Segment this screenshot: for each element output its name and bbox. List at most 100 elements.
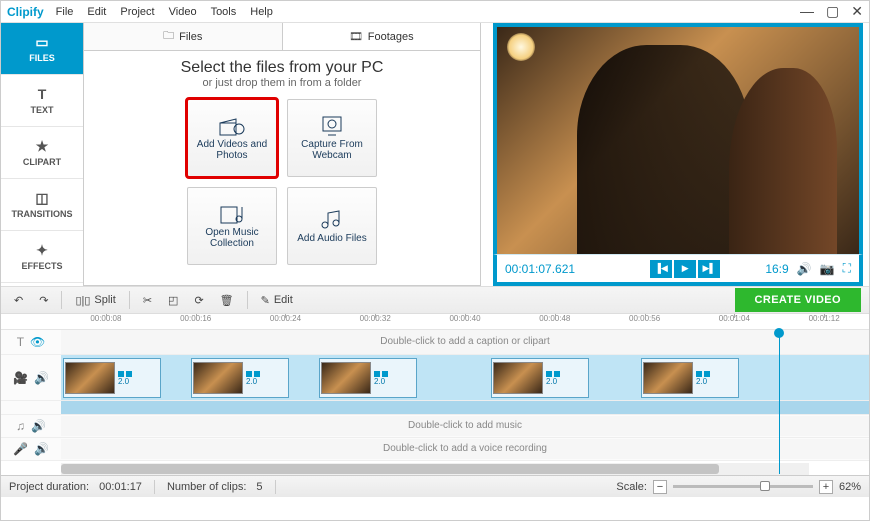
tab-files[interactable]: 🗀 Files [84,23,283,50]
close-icon[interactable]: ✕ [851,3,863,20]
rotate-icon: ⟳ [194,294,203,307]
split-button[interactable]: ▯|▯Split [70,292,120,309]
visibility-icon[interactable]: 👁 [30,335,45,349]
clip-thumb [321,362,371,394]
clapper-icon [219,115,245,137]
music-mute-icon[interactable]: 🔊 [31,419,46,433]
voice-track-body[interactable]: Double-click to add a voice recording [61,439,869,459]
prev-frame-button[interactable]: ▐◀ [650,260,672,278]
title-bar: Clipify File Edit Project Video Tools He… [1,1,869,23]
file-panel: 🗀 Files 🎞 Footages Select the files from… [83,23,481,286]
menu-file[interactable]: File [56,6,74,18]
clip-thumb [643,362,693,394]
open-music-button[interactable]: Open Music Collection [187,187,277,265]
clip-count-value: 5 [256,481,262,493]
preview-panel: 00:01:07.621 ▐◀ ▶ ▶▌ 16:9 🔊 📷 ⛶ [493,23,863,286]
rotate-button[interactable]: ⟳ [189,292,208,309]
tab-footages[interactable]: 🎞 Footages [283,23,481,50]
preview-video[interactable] [493,23,863,254]
timeline-scrollbar[interactable] [61,463,809,475]
create-video-button[interactable]: CREATE VIDEO [735,288,862,312]
undo-button[interactable]: ↶ [9,292,28,309]
clip-2[interactable]: 2.0 [191,358,289,398]
zoom-out-button[interactable]: − [653,480,667,494]
capture-webcam-button[interactable]: Capture From Webcam [287,99,377,177]
zoom-in-button[interactable]: + [819,480,833,494]
menu-tools[interactable]: Tools [211,6,237,18]
redo-icon: ↷ [39,294,48,307]
menu-help[interactable]: Help [250,6,273,18]
playhead[interactable] [779,330,780,474]
undo-icon: ↶ [14,294,23,307]
track-mute-icon[interactable]: 🔊 [34,371,49,385]
next-frame-button[interactable]: ▶▌ [698,260,720,278]
project-duration-label: Project duration: [9,481,89,493]
clip-thumb [193,362,243,394]
clip-1[interactable]: 2.0 [63,358,161,398]
voice-track: 🎤 🔊 Double-click to add a voice recording [1,438,869,461]
project-duration-value: 00:01:17 [99,481,142,493]
clip-5[interactable]: 2.0 [641,358,739,398]
scale-label: Scale: [616,481,647,493]
edit-button[interactable]: ✎Edit [256,292,298,309]
side-tab-transitions[interactable]: ◫ TRANSITIONS [1,179,83,231]
menu-video[interactable]: Video [169,6,197,18]
redo-button[interactable]: ↷ [34,292,53,309]
text-icon: T [34,86,50,102]
transition-icon: ◫ [34,190,50,206]
footage-icon: 🎞 [349,30,363,43]
voice-mute-icon[interactable]: 🔊 [34,442,49,456]
zoom-control: Scale: − + 62% [616,480,861,494]
minimize-icon[interactable]: — [800,3,814,20]
scissors-icon: ✂ [143,294,152,307]
caption-track-body[interactable]: Double-click to add a caption or clipart [61,330,869,354]
menu-project[interactable]: Project [120,6,154,18]
file-panel-title: Select the files from your PC [84,59,480,77]
add-videos-button[interactable]: Add Videos and Photos [187,99,277,177]
add-audio-button[interactable]: Add Audio Files [287,187,377,265]
split-icon: ▯|▯ [75,294,90,307]
aspect-ratio[interactable]: 16:9 [765,262,788,276]
video-track: 🎥 🔊 2.0 2.0 2.0 2.0 2.0 [1,355,869,401]
zoom-value: 62% [839,481,861,493]
music-track-icon: ♫ [16,419,25,433]
transition-track [1,401,869,415]
audio-files-icon [319,209,345,231]
side-tab-files[interactable]: ▭ FILES [1,23,83,75]
window-controls: — ▢ ✕ [800,3,863,20]
music-track-body[interactable]: Double-click to add music [61,416,869,436]
status-bar: Project duration: 00:01:17 Number of cli… [1,475,869,497]
pencil-icon: ✎ [261,294,270,307]
video-track-body[interactable]: 2.0 2.0 2.0 2.0 2.0 [61,355,869,400]
clip-4[interactable]: 2.0 [491,358,589,398]
mic-track-icon: 🎤 [13,442,28,456]
delete-button[interactable]: 🗑 [215,292,239,309]
app-logo: Clipify [7,5,44,19]
side-tab-text[interactable]: T TEXT [1,75,83,127]
side-tab-effects[interactable]: ✦ EFFECTS [1,231,83,283]
image-icon: ▭ [34,34,50,50]
snapshot-icon[interactable]: 📷 [820,262,835,276]
timeline: 00:00:08 00:00:16 00:00:24 00:00:32 00:0… [1,314,869,475]
edit-toolbar: ↶ ↷ ▯|▯Split ✂ ◰ ⟳ 🗑 ✎Edit CREATE VIDEO [1,286,869,314]
maximize-icon[interactable]: ▢ [826,3,839,20]
files-icon: 🗀 [163,27,174,46]
clip-3[interactable]: 2.0 [319,358,417,398]
cut-button[interactable]: ✂ [138,292,157,309]
side-tab-clipart[interactable]: ★ CLIPART [1,127,83,179]
volume-icon[interactable]: 🔊 [797,262,812,276]
camera-track-icon: 🎥 [13,371,28,385]
crop-button[interactable]: ◰ [163,292,183,309]
webcam-icon [319,115,345,137]
fullscreen-icon[interactable]: ⛶ [843,261,851,276]
caption-track: T👁 Double-click to add a caption or clip… [1,330,869,355]
timeline-ruler[interactable]: 00:00:08 00:00:16 00:00:24 00:00:32 00:0… [1,314,869,330]
crop-icon: ◰ [168,294,178,307]
star-icon: ★ [34,138,50,154]
zoom-slider[interactable] [673,485,813,488]
sparkle-icon: ✦ [34,242,50,258]
trash-icon: 🗑 [220,294,234,307]
music-track: ♫ 🔊 Double-click to add music [1,415,869,438]
play-button[interactable]: ▶ [674,260,696,278]
menu-edit[interactable]: Edit [87,6,106,18]
